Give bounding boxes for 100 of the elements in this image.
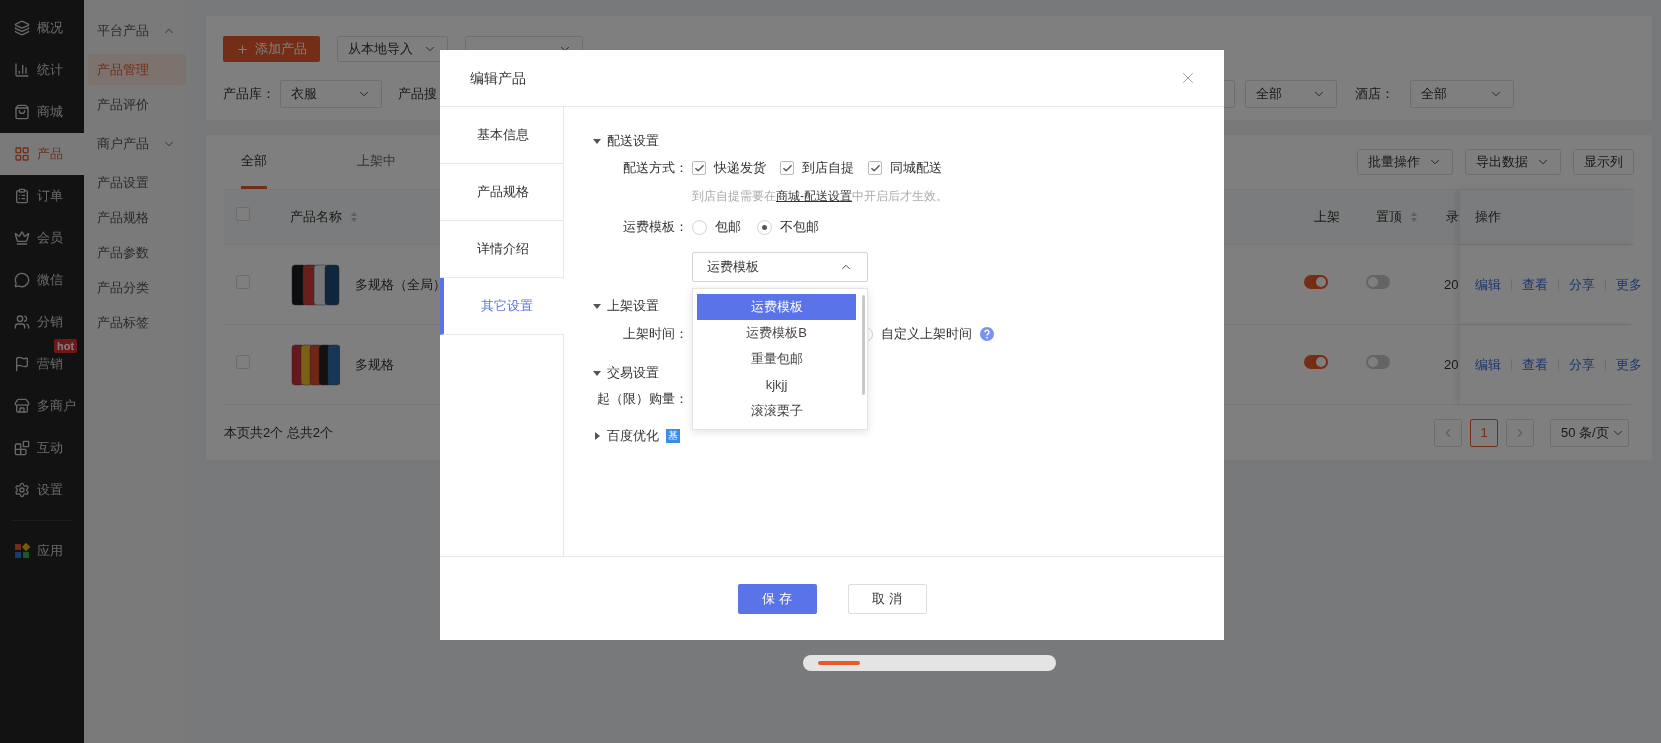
menu-item[interactable]: 产品管理 bbox=[88, 54, 186, 85]
toggle-switch[interactable] bbox=[1304, 274, 1328, 289]
caret-icon[interactable] bbox=[593, 432, 601, 440]
hotel-select[interactable]: 全部 bbox=[1410, 80, 1514, 108]
page-size-select[interactable]: 50 条/页 bbox=[1550, 418, 1629, 447]
dialog-title: 编辑产品 bbox=[470, 68, 526, 88]
blocks-icon bbox=[14, 440, 30, 456]
bag-icon bbox=[14, 104, 30, 120]
checkbox[interactable] bbox=[692, 161, 706, 175]
chat-bubble-icon bbox=[14, 272, 30, 288]
row-action-link[interactable]: 分享 bbox=[1569, 354, 1595, 375]
section-title: 百度优化 bbox=[607, 427, 659, 446]
option-label: 不包邮 bbox=[780, 218, 819, 237]
dropdown-option[interactable]: 滚滚栗子 bbox=[697, 398, 856, 424]
nav-item[interactable]: 订单 bbox=[0, 175, 84, 217]
toggle-switch[interactable] bbox=[1366, 274, 1390, 289]
radio-button[interactable] bbox=[757, 219, 772, 235]
cancel-button[interactable]: 取 消 bbox=[847, 583, 927, 614]
option-label: 快递发货 bbox=[714, 159, 766, 178]
nav-item[interactable]: 会员 bbox=[0, 217, 84, 259]
option-label: 包邮 bbox=[715, 218, 741, 237]
layers-icon bbox=[14, 20, 30, 36]
row-action-link[interactable]: 分享 bbox=[1569, 274, 1595, 295]
menu-item[interactable]: 产品分类 bbox=[88, 272, 186, 303]
filter-label: 产品库： bbox=[223, 85, 276, 104]
users-icon bbox=[14, 314, 30, 330]
table-cell-text: 20 bbox=[1444, 355, 1460, 374]
checkbox[interactable] bbox=[868, 161, 882, 175]
field-label: 配送方式： bbox=[622, 159, 688, 178]
horizontal-scrollbar[interactable] bbox=[803, 655, 1056, 671]
side-tab[interactable]: 基本信息 bbox=[440, 107, 563, 164]
nav-item[interactable]: 设置 bbox=[0, 469, 84, 511]
crown-icon bbox=[14, 230, 30, 246]
save-button[interactable]: 保 存 bbox=[737, 583, 817, 614]
menu-item[interactable]: 产品规格 bbox=[88, 202, 186, 233]
caret-icon[interactable] bbox=[593, 369, 601, 377]
row-action-link[interactable]: 更多 bbox=[1616, 354, 1642, 375]
action-button[interactable]: 导出数据 bbox=[1465, 149, 1561, 175]
field-label: 起（限）购量： bbox=[596, 390, 688, 409]
action-button[interactable]: 批量操作 bbox=[1357, 149, 1453, 175]
nav-item[interactable]: 应用 bbox=[0, 530, 84, 572]
hot-badge: hot bbox=[54, 339, 78, 353]
tab[interactable]: 上架中 bbox=[357, 135, 396, 189]
settings-link[interactable]: 商城-配送设置 bbox=[776, 189, 852, 203]
clipboard-icon bbox=[14, 188, 30, 204]
dropdown-option[interactable]: 运费模板B bbox=[697, 320, 856, 346]
page-button[interactable]: 1 bbox=[1470, 418, 1498, 447]
nav-item[interactable]: 多商户 bbox=[0, 385, 84, 427]
section-title: 上架设置 bbox=[607, 297, 659, 316]
option-label: 自定义上架时间 bbox=[881, 325, 972, 344]
side-tab[interactable]: 其它设置 bbox=[440, 278, 564, 335]
menu-item[interactable]: 产品设置 bbox=[88, 167, 186, 198]
field-label: 运费模板： bbox=[622, 218, 688, 237]
help-icon[interactable] bbox=[980, 327, 994, 341]
grid-icon bbox=[14, 146, 30, 162]
toggle-switch[interactable] bbox=[1304, 354, 1328, 369]
library-select[interactable]: 衣服 bbox=[280, 80, 382, 108]
action-button[interactable]: 显示列 bbox=[1573, 149, 1634, 175]
dropdown-option[interactable]: 运费模板 bbox=[697, 294, 856, 320]
column-header: 上架 bbox=[1314, 208, 1341, 227]
nav-item[interactable]: 商城 bbox=[0, 91, 84, 133]
caret-icon[interactable] bbox=[593, 302, 601, 310]
sort-icon bbox=[350, 211, 358, 223]
section-title: 配送设置 bbox=[607, 132, 659, 151]
toggle-switch[interactable] bbox=[1366, 354, 1390, 369]
menu-item[interactable]: 产品参数 bbox=[88, 237, 186, 268]
nav-item[interactable]: 统计 bbox=[0, 49, 84, 91]
row-action-link[interactable]: 编辑 bbox=[1475, 354, 1501, 375]
dropdown-option[interactable]: 重量包邮 bbox=[697, 346, 856, 372]
column-header: 操作 bbox=[1475, 208, 1501, 227]
caret-icon[interactable] bbox=[593, 137, 601, 145]
basic-badge: 基 bbox=[666, 429, 680, 443]
plus-icon bbox=[236, 42, 249, 56]
sort-icon bbox=[1410, 211, 1418, 223]
column-header: 产品名称 bbox=[290, 208, 342, 227]
checkbox[interactable] bbox=[780, 161, 794, 175]
menu-item[interactable]: 产品标签 bbox=[88, 307, 186, 338]
row-action-link[interactable]: 更多 bbox=[1616, 274, 1642, 295]
menu-group[interactable]: 平台产品 bbox=[88, 11, 186, 50]
nav-item[interactable]: 产品 bbox=[0, 133, 84, 175]
dropdown-option[interactable]: kjkjj bbox=[697, 372, 856, 398]
template-select[interactable]: 运费模板 bbox=[692, 252, 868, 282]
radio-button[interactable] bbox=[692, 219, 707, 235]
import-dropdown[interactable]: 从本地导入 bbox=[337, 36, 448, 62]
settings-icon bbox=[14, 482, 30, 498]
menu-group[interactable]: 商户产品 bbox=[88, 124, 186, 163]
row-action-link[interactable]: 查看 bbox=[1522, 354, 1548, 375]
side-tab[interactable]: 产品规格 bbox=[440, 164, 563, 221]
menu-item[interactable]: 产品评价 bbox=[88, 89, 186, 120]
filter-label: 酒店： bbox=[1355, 85, 1395, 104]
summary-text: 本页共2个 总共2个 bbox=[224, 423, 334, 442]
nav-item[interactable]: 互动 bbox=[0, 427, 84, 469]
nav-item[interactable]: 微信 bbox=[0, 259, 84, 301]
section-title: 交易设置 bbox=[607, 364, 659, 383]
status-select[interactable]: 全部 bbox=[1245, 80, 1337, 108]
add-product-button[interactable]: 添加产品 bbox=[223, 36, 320, 62]
nav-item[interactable]: 概况 bbox=[0, 7, 84, 49]
bar-chart-icon bbox=[14, 62, 30, 78]
row-action-link[interactable]: 编辑 bbox=[1475, 274, 1501, 295]
row-action-link[interactable]: 查看 bbox=[1522, 274, 1548, 295]
